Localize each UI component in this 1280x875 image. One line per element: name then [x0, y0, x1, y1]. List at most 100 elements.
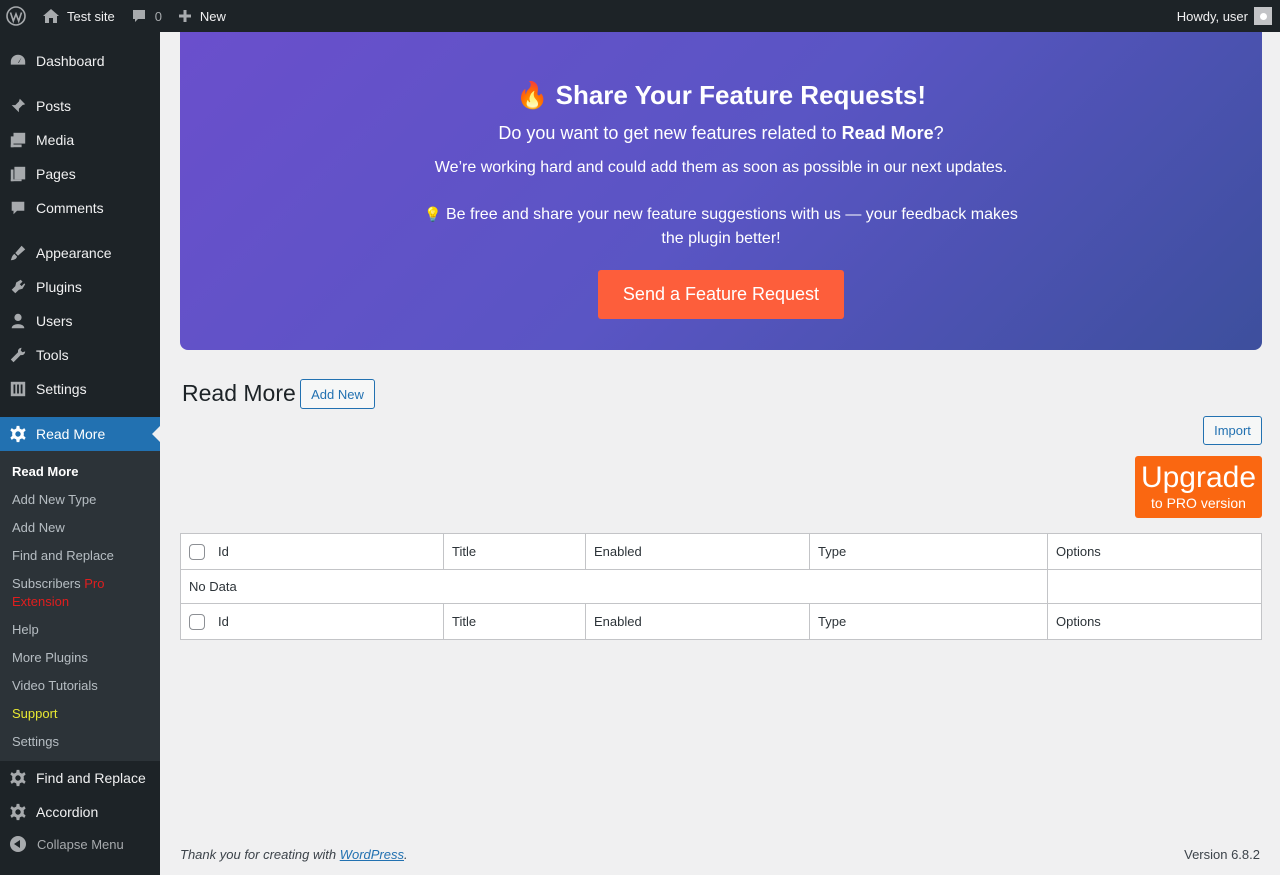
- banner-title-text: Share Your Feature Requests!: [555, 80, 926, 110]
- footer-thanks: Thank you for creating with WordPress.: [180, 847, 408, 862]
- page-title: Read More: [182, 380, 296, 406]
- submenu-add-new[interactable]: Add New: [0, 514, 160, 542]
- column-options: Options: [1047, 533, 1262, 570]
- menu-label: Appearance: [36, 245, 112, 261]
- column-enabled: Enabled: [585, 533, 810, 570]
- gear-icon: [0, 803, 36, 821]
- column-enabled: Enabled: [585, 603, 810, 640]
- menu-tools[interactable]: Tools: [0, 338, 160, 372]
- gear-icon: [0, 769, 36, 787]
- new-content-link[interactable]: New: [170, 0, 234, 32]
- column-label: Id: [218, 614, 229, 629]
- menu-dashboard[interactable]: Dashboard: [0, 44, 160, 78]
- menu-media[interactable]: Media: [0, 123, 160, 157]
- collapse-arrow-icon: [10, 836, 26, 852]
- import-button[interactable]: Import: [1203, 416, 1262, 445]
- banner-subtitle-suffix: ?: [933, 123, 944, 143]
- menu-comments[interactable]: Comments: [0, 191, 160, 225]
- banner-subtitle: Do you want to get new features related …: [180, 123, 1262, 144]
- pages-icon: [0, 165, 36, 183]
- my-account-link[interactable]: Howdy, user: [1169, 0, 1280, 32]
- submenu-subscribers[interactable]: Subscribers Pro Extension: [0, 570, 160, 616]
- submenu-read-more[interactable]: Read More: [0, 458, 160, 486]
- banner-subtitle-bold: Read More: [841, 123, 934, 143]
- column-type: Type: [809, 603, 1048, 640]
- footer-thanks-prefix: Thank you for creating with: [180, 847, 340, 862]
- column-title: Title: [443, 533, 586, 570]
- howdy-text: Howdy, user: [1176, 8, 1248, 24]
- submenu-label: Subscribers: [12, 576, 81, 591]
- plus-icon: [178, 10, 191, 22]
- admin-bar: Test site 0 New Howdy, user: [0, 0, 1280, 32]
- submenu-video-tutorials[interactable]: Video Tutorials: [0, 672, 160, 700]
- upgrade-button[interactable]: Upgrade to PRO version: [1135, 456, 1262, 518]
- empty-cell: [1047, 569, 1262, 604]
- table-header-row: Id Title Enabled Type Options: [180, 533, 1262, 570]
- menu-label: Dashboard: [36, 53, 105, 69]
- avatar: [1254, 7, 1272, 25]
- submenu-support[interactable]: Support: [0, 700, 160, 728]
- media-icon: [0, 131, 36, 149]
- site-name-link[interactable]: Test site: [34, 0, 123, 32]
- plug-icon: [0, 278, 36, 296]
- submenu-add-new-type[interactable]: Add New Type: [0, 486, 160, 514]
- wrench-icon: [0, 346, 36, 364]
- comment-icon: [0, 199, 36, 217]
- footer-version: Version 6.8.2: [1184, 847, 1260, 862]
- menu-label: Find and Replace: [36, 770, 146, 786]
- column-label: Id: [218, 544, 229, 559]
- dashboard-icon: [0, 52, 36, 70]
- select-all-checkbox[interactable]: [189, 613, 205, 630]
- menu-plugins[interactable]: Plugins: [0, 270, 160, 304]
- menu-read-more[interactable]: Read More: [0, 417, 160, 451]
- site-name: Test site: [67, 8, 115, 24]
- read-more-table: Id Title Enabled Type Options No Data Id…: [180, 533, 1262, 640]
- menu-posts[interactable]: Posts: [0, 89, 160, 123]
- menu-find-and-replace[interactable]: Find and Replace: [0, 761, 160, 795]
- menu-label: Accordion: [36, 804, 99, 820]
- menu-appearance[interactable]: Appearance: [0, 236, 160, 270]
- comments-count: 0: [154, 8, 162, 24]
- submenu-help[interactable]: Help: [0, 616, 160, 644]
- column-title: Title: [443, 603, 586, 640]
- feature-request-banner: 🔥 Share Your Feature Requests! Do you wa…: [180, 32, 1262, 350]
- menu-users[interactable]: Users: [0, 304, 160, 338]
- menu-label: Read More: [36, 426, 106, 442]
- menu-pages[interactable]: Pages: [0, 157, 160, 191]
- collapse-menu-button[interactable]: Collapse Menu: [0, 829, 124, 859]
- menu-label: Tools: [36, 347, 69, 363]
- no-data-cell: No Data: [180, 569, 1048, 604]
- menu-label: Users: [36, 313, 73, 329]
- column-options: Options: [1047, 603, 1262, 640]
- submenu-find-and-replace[interactable]: Find and Replace: [0, 542, 160, 570]
- wordpress-logo-icon[interactable]: [0, 0, 34, 32]
- column-id: Id: [180, 603, 444, 640]
- user-icon: [0, 312, 36, 330]
- menu-accordion[interactable]: Accordion: [0, 795, 160, 829]
- table-footer-row: Id Title Enabled Type Options: [180, 603, 1262, 640]
- banner-title: 🔥 Share Your Feature Requests!: [180, 80, 1262, 111]
- new-label: New: [199, 8, 226, 24]
- table-row: No Data: [180, 569, 1262, 604]
- collapse-label: Collapse Menu: [37, 836, 124, 852]
- banner-line: We’re working hard and could add them as…: [434, 159, 1008, 176]
- brush-icon: [0, 244, 36, 262]
- menu-label: Media: [36, 132, 75, 148]
- submenu-more-plugins[interactable]: More Plugins: [0, 644, 160, 672]
- submenu-settings[interactable]: Settings: [0, 728, 160, 756]
- fire-icon: 🔥: [516, 80, 549, 110]
- column-type: Type: [809, 533, 1048, 570]
- footer-thanks-suffix: .: [404, 847, 408, 862]
- banner-paragraph-text: Be free and share your new feature sugge…: [446, 206, 1018, 247]
- comments-link[interactable]: 0: [123, 0, 170, 32]
- home-icon: [43, 9, 59, 23]
- wordpress-link[interactable]: WordPress: [340, 847, 404, 862]
- send-feature-request-button[interactable]: Send a Feature Request: [598, 270, 844, 319]
- menu-settings[interactable]: Settings: [0, 372, 160, 406]
- add-new-button[interactable]: Add New: [300, 379, 375, 409]
- settings-sliders-icon: [0, 380, 36, 398]
- admin-sidebar: Dashboard Posts Media Pages Comments App…: [0, 32, 160, 875]
- banner-subtitle-prefix: Do you want to get new features related …: [498, 123, 842, 143]
- banner-paragraph: 💡 Be free and share your new feature sug…: [420, 202, 1022, 251]
- select-all-checkbox[interactable]: [189, 543, 205, 560]
